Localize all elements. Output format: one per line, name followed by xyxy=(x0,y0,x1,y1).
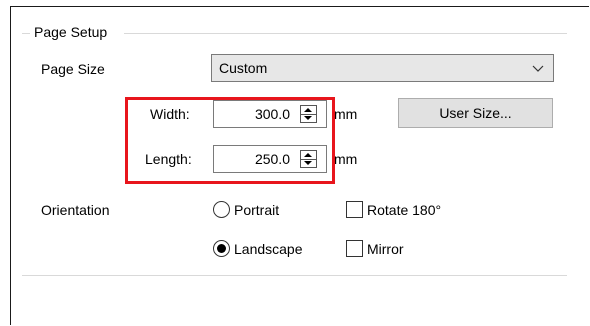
chevron-down-icon xyxy=(532,65,544,72)
rotate-180-label[interactable]: Rotate 180° xyxy=(367,202,441,218)
rotate-180-checkbox[interactable] xyxy=(346,201,363,218)
highlight-box xyxy=(125,97,335,184)
portrait-radio[interactable] xyxy=(213,201,230,218)
landscape-label[interactable]: Landscape xyxy=(234,241,303,257)
group-title: Page Setup xyxy=(34,24,108,40)
width-unit: mm xyxy=(334,106,358,122)
mirror-label[interactable]: Mirror xyxy=(367,241,404,257)
landscape-radio[interactable] xyxy=(213,240,230,257)
length-unit: mm xyxy=(334,151,358,167)
page-size-select[interactable]: Custom xyxy=(211,54,554,82)
groupbox-border-left xyxy=(22,33,30,34)
user-size-button[interactable]: User Size... xyxy=(398,98,553,128)
orientation-label: Orientation xyxy=(41,202,110,218)
mirror-checkbox[interactable] xyxy=(346,240,363,257)
portrait-label[interactable]: Portrait xyxy=(234,202,279,218)
page-size-value: Custom xyxy=(219,60,268,76)
groupbox-border-right xyxy=(124,33,567,34)
page-size-label: Page Size xyxy=(41,61,105,77)
bottom-separator xyxy=(22,275,567,276)
